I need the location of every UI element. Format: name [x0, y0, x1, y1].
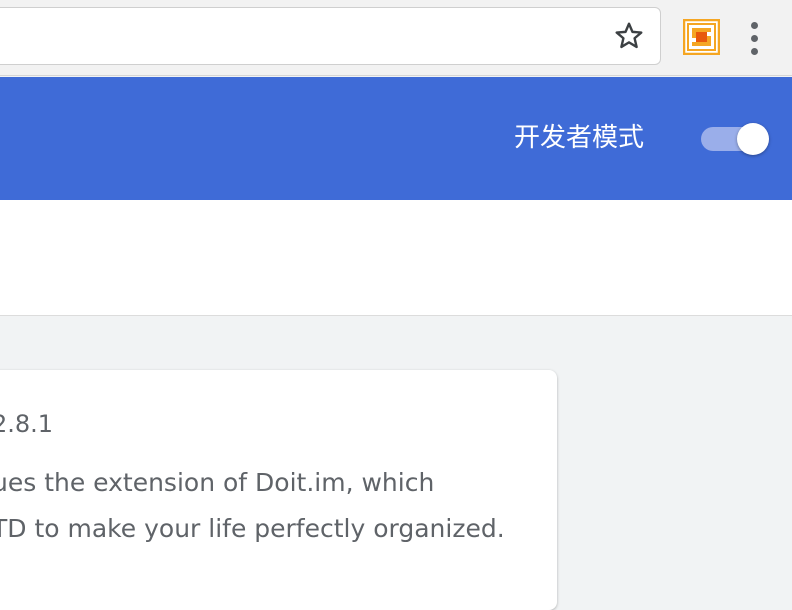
toggle-knob: [737, 123, 769, 155]
description-line-1: ues the extension of Doit.im, which: [0, 468, 435, 497]
developer-mode-label: 开发者模式: [514, 123, 645, 153]
description-line-2: TD to make your life perfectly organized…: [0, 514, 505, 543]
bookmark-star-icon: [615, 22, 643, 49]
star-icon[interactable]: [609, 16, 649, 56]
extension-card: 2.8.1 ues the extension of Doit.im, whic…: [0, 370, 557, 610]
vertical-dots-menu-icon[interactable]: [743, 18, 765, 58]
extensions-header: [0, 77, 792, 200]
extension-description: ues the extension of Doit.im, which TD t…: [0, 460, 552, 552]
doit-extension-icon[interactable]: [682, 18, 721, 56]
extension-version: 2.8.1: [0, 410, 54, 438]
address-bar[interactable]: [0, 7, 661, 65]
browser-toolbar: [0, 0, 792, 76]
sub-toolbar: [0, 200, 792, 316]
developer-mode-toggle[interactable]: [699, 123, 769, 155]
